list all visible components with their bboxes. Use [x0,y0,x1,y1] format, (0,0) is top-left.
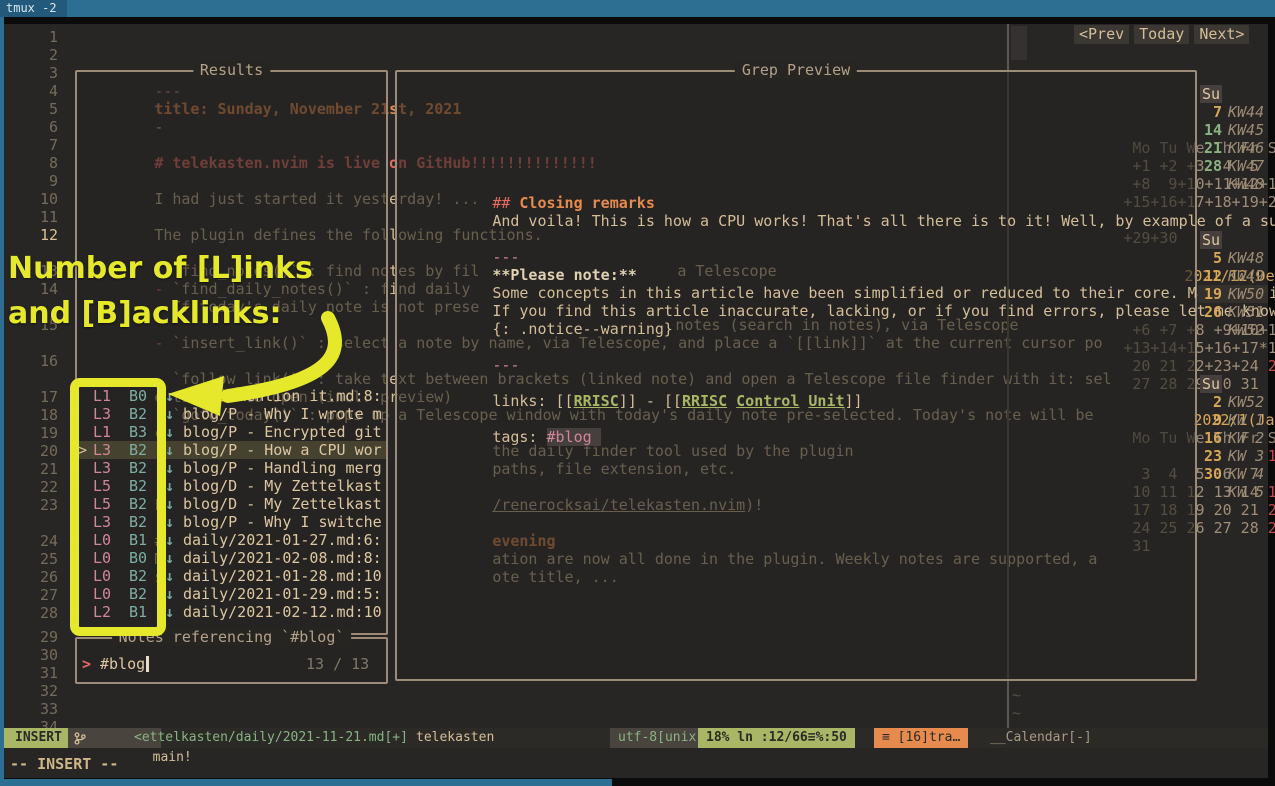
calendar-day-cell: 22 [1268,501,1275,519]
calendar-day-cell: 1 [1268,447,1275,465]
calendar-day-cell: 25 [1268,357,1275,375]
terminal-screen: tmux -2 1 2 3 4 5 6 7 8 [0,0,1275,786]
tmux-title-bar: tmux -2 [0,0,1275,17]
window-bottom-border [0,779,612,786]
calendar-day-cell: 29 [1268,519,1275,537]
editor-background [4,24,1268,778]
calendar-day-cell: 15 [1268,483,1275,501]
tmux-window-title: tmux -2 [0,0,67,17]
